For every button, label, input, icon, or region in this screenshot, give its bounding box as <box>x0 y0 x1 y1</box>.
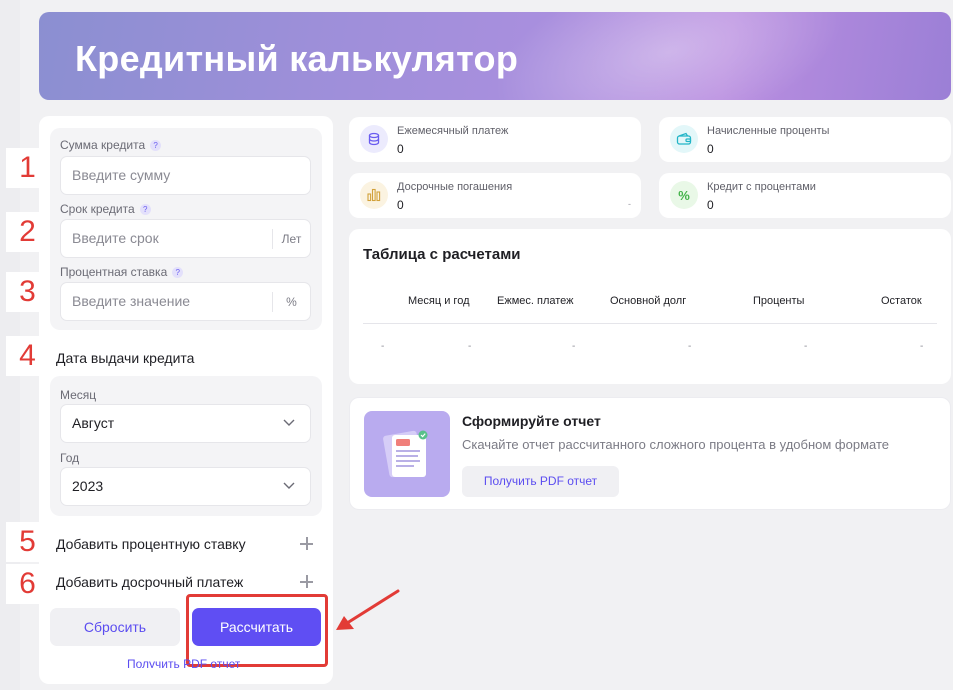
plus-icon[interactable] <box>300 537 313 550</box>
stat-label: Кредит с процентами <box>707 181 816 193</box>
stat-label: Ежемесячный платеж <box>397 125 509 137</box>
stat-value: 0 <box>707 198 714 212</box>
stat-extra-dash: - <box>628 199 631 209</box>
table-cell: - <box>381 341 385 352</box>
column-header: Ежмес. платеж <box>497 295 574 307</box>
stat-value: 0 <box>397 198 404 212</box>
annotation-number-5: 5 <box>6 522 49 562</box>
rate-placeholder: Введите значение <box>72 293 191 309</box>
help-icon[interactable]: ? <box>139 204 151 215</box>
help-icon[interactable]: ? <box>150 140 162 151</box>
issue-date-title: Дата выдачи кредита <box>56 350 195 366</box>
add-prepayment-toggle[interactable]: Добавить досрочный платеж <box>56 574 243 590</box>
percent-icon: % <box>670 181 698 209</box>
pdf-report-link[interactable]: Получить PDF отчет <box>127 658 240 668</box>
chevron-down-icon <box>283 482 295 489</box>
stat-card-monthly-payment: Ежемесячный платеж 0 <box>349 117 641 162</box>
term-unit-suffix: Лет <box>272 229 310 249</box>
wallet-icon <box>670 125 698 153</box>
annotation-number-1: 1 <box>6 148 49 188</box>
stat-value: 0 <box>397 142 404 156</box>
rate-input[interactable]: Введите значение% <box>60 282 311 321</box>
coins-icon <box>360 125 388 153</box>
stat-card-accrued-interest: Начисленные проценты 0 <box>659 117 951 162</box>
column-header: Основной долг <box>610 295 687 307</box>
rate-unit-suffix: % <box>272 292 310 312</box>
table-cell: - <box>920 341 924 352</box>
amount-placeholder: Введите сумму <box>72 167 171 183</box>
stat-value: 0 <box>707 142 714 156</box>
help-icon[interactable]: ? <box>172 267 184 278</box>
term-label: Срок кредита? <box>60 202 151 216</box>
column-header: Проценты <box>753 295 805 307</box>
page-title: Кредитный калькулятор <box>75 38 519 79</box>
year-label: Год <box>60 451 80 465</box>
stat-card-credit-with-interest: % Кредит с процентами 0 <box>659 173 951 218</box>
chevron-down-icon <box>283 419 295 426</box>
amount-input[interactable]: Введите сумму <box>60 156 311 195</box>
report-card: Сформируйте отчет Скачайте отчет рассчит… <box>349 397 951 510</box>
calculate-highlight-frame <box>186 594 328 667</box>
reset-button[interactable]: Сбросить <box>50 608 180 646</box>
add-rate-toggle[interactable]: Добавить процентную ставку <box>56 536 246 552</box>
annotation-number-4: 4 <box>6 336 49 376</box>
table-cell: - <box>688 341 692 352</box>
stat-card-prepayments: Досрочные погашения 0 - <box>349 173 641 218</box>
table-cell: - <box>804 341 808 352</box>
table-cell: - <box>572 341 576 352</box>
get-pdf-report-button[interactable]: Получить PDF отчет <box>462 466 619 497</box>
report-subtitle: Скачайте отчет рассчитанного сложного пр… <box>462 437 889 452</box>
stat-label: Досрочные погашения <box>397 181 513 193</box>
term-input[interactable]: Введите срок Лет <box>60 219 311 258</box>
header-banner: Кредитный калькулятор <box>39 12 951 100</box>
annotation-number-3: 3 <box>6 272 49 312</box>
bar-chart-icon <box>360 181 388 209</box>
month-select[interactable]: Август <box>60 404 311 443</box>
table-divider <box>363 323 937 324</box>
column-header: Остаток <box>881 295 922 307</box>
amount-label: Сумма кредита? <box>60 138 162 152</box>
rate-label: Процентная ставка? <box>60 265 184 279</box>
term-placeholder: Введите срок <box>72 230 159 246</box>
stat-label: Начисленные проценты <box>707 125 830 137</box>
report-illustration-icon <box>364 411 450 497</box>
month-value: Август <box>72 415 115 431</box>
month-label: Месяц <box>60 388 97 402</box>
table-cell: - <box>468 341 472 352</box>
annotation-number-6: 6 <box>6 564 49 604</box>
annotation-number-2: 2 <box>6 212 49 252</box>
annotation-arrow-icon <box>336 589 400 630</box>
year-value: 2023 <box>72 478 104 494</box>
calculation-table-card: Таблица с расчетами Месяц и год Ежмес. п… <box>349 229 951 384</box>
report-title: Сформируйте отчет <box>462 413 601 429</box>
table-title: Таблица с расчетами <box>363 246 521 263</box>
year-select[interactable]: 2023 <box>60 467 311 506</box>
column-header: Месяц и год <box>408 295 470 307</box>
plus-icon[interactable] <box>300 575 313 588</box>
